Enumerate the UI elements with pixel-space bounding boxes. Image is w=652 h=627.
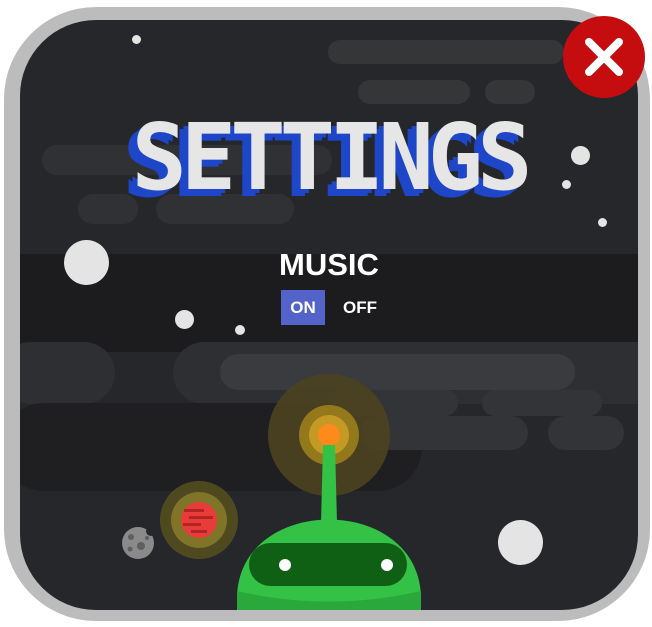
cloud: [482, 390, 602, 416]
star: [498, 520, 543, 565]
star: [132, 35, 141, 44]
music-label: MUSIC: [279, 247, 379, 282]
star: [235, 325, 245, 335]
red-planet-icon: [160, 481, 238, 559]
star: [175, 310, 194, 329]
close-button[interactable]: [563, 16, 645, 98]
music-on-toggle[interactable]: ON: [281, 290, 325, 325]
settings-title: SETTINGS: [20, 104, 638, 211]
close-icon: [585, 38, 623, 76]
grey-moon-icon: [122, 526, 155, 559]
settings-title-text: SETTINGS: [131, 104, 532, 211]
cloud: [358, 80, 470, 104]
music-off-toggle[interactable]: OFF: [338, 290, 382, 325]
cloud: [328, 40, 564, 64]
cloud: [548, 416, 624, 450]
settings-panel: SETTINGS MUSIC ON OFF: [20, 20, 638, 610]
cloud: [20, 342, 115, 404]
star: [598, 218, 607, 227]
green-robot-icon: [237, 374, 421, 610]
cloud: [485, 80, 535, 104]
